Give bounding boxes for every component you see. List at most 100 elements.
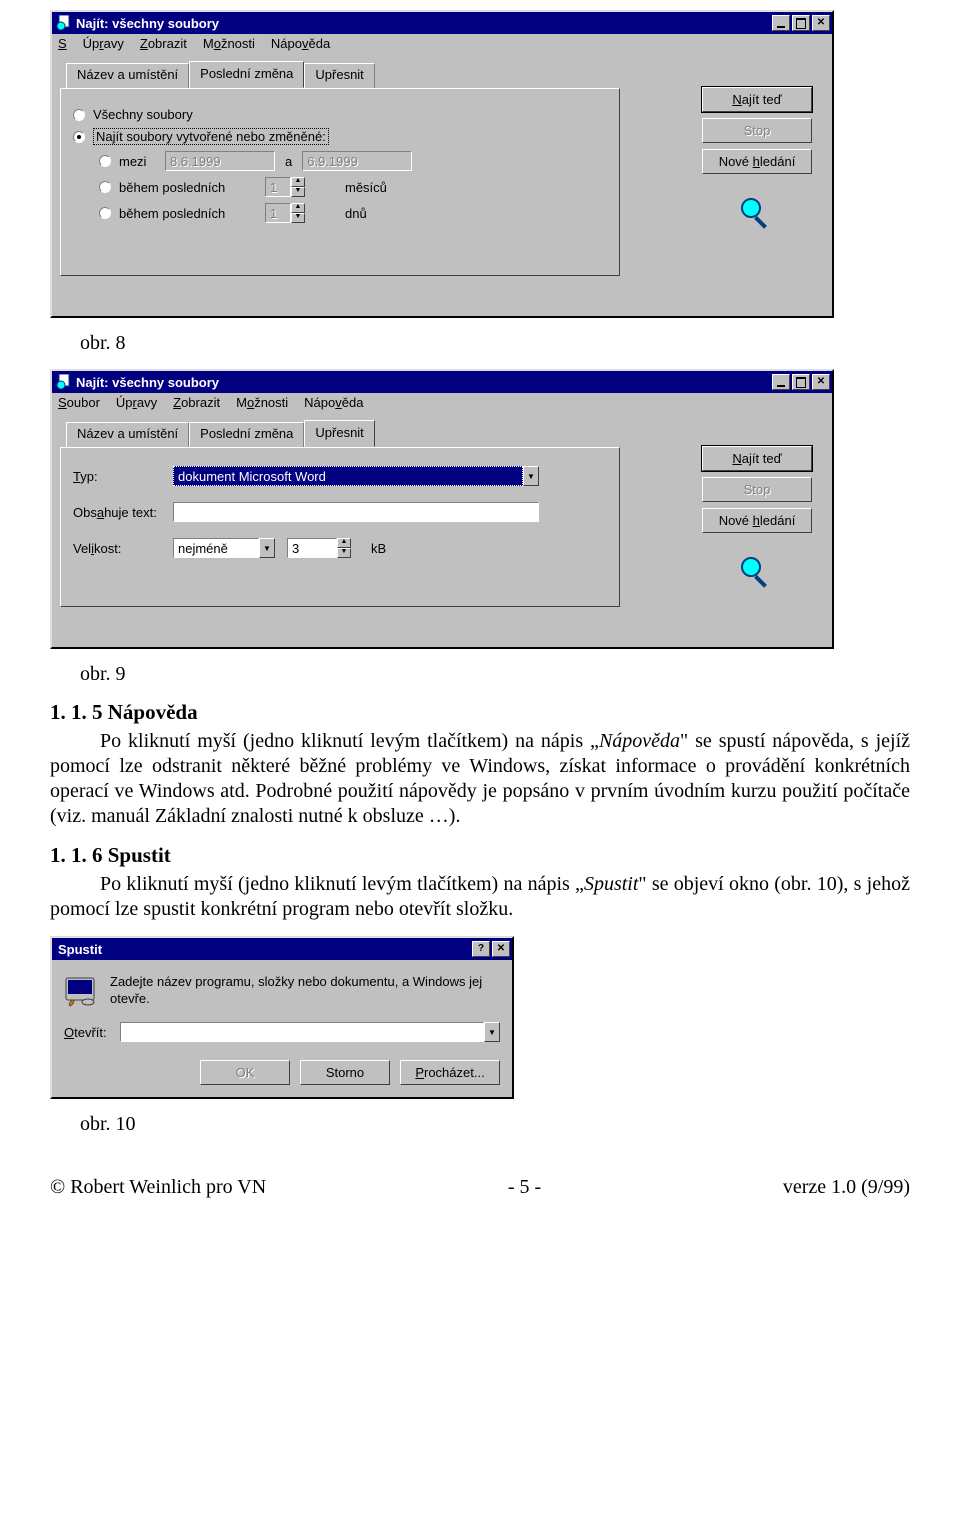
radio-find-created-changed-label: Najít soubory vytvořené nebo změněné: <box>93 128 329 145</box>
menu-file[interactable]: S <box>58 36 67 51</box>
section-1-1-6-heading: 1. 1. 6 Spustit <box>50 843 910 868</box>
menu-options[interactable]: Možnosti <box>203 36 255 51</box>
tab-name-location[interactable]: Název a umístění <box>66 63 189 88</box>
menu-help[interactable]: Nápověda <box>271 36 330 51</box>
spin-down-icon[interactable]: ▼ <box>337 548 351 558</box>
radio-between[interactable] <box>99 155 111 167</box>
find-now-button[interactable]: Najít teď <box>702 446 812 471</box>
footer-right: verze 1.0 (9/99) <box>783 1176 910 1199</box>
open-label: Otevřít: <box>64 1025 120 1040</box>
radio-between-label: mezi <box>119 154 165 169</box>
stop-button: Stop <box>702 118 812 143</box>
magnifier-icon <box>740 553 774 593</box>
spin-down-icon[interactable]: ▼ <box>291 187 305 197</box>
find-window-last-change: Najít: všechny soubory S Úpravy Zobrazit… <box>50 10 834 318</box>
window-title: Najít: všechny soubory <box>76 16 770 31</box>
menu-edit[interactable]: Úpravy <box>116 395 157 410</box>
months-spinner[interactable]: ▲ ▼ <box>291 177 305 197</box>
footer-left: © Robert Weinlich pro VN <box>50 1176 266 1199</box>
close-button[interactable] <box>812 374 830 390</box>
run-dialog-icon <box>64 974 98 1008</box>
spin-down-icon[interactable]: ▼ <box>291 213 305 223</box>
radio-all-files-label: Všechny soubory <box>93 107 193 122</box>
radio-find-created-changed[interactable] <box>73 131 85 143</box>
radio-last-months-label: během posledních <box>119 180 265 195</box>
menubar: Soubor Úpravy Zobrazit Možnosti Nápověda <box>52 393 832 412</box>
size-mode-value: nejméně <box>173 538 259 558</box>
section-1-1-5-heading: 1. 1. 5 Nápověda <box>50 700 910 725</box>
stop-button: Stop <box>702 477 812 502</box>
titlebar[interactable]: Najít: všechny soubory <box>52 371 832 393</box>
tabstrip: Název a umístění Poslední změna Upřesnit <box>66 63 620 88</box>
ok-button: OK <box>200 1060 290 1085</box>
spin-up-icon[interactable]: ▲ <box>291 177 305 187</box>
between-connector: a <box>285 154 292 169</box>
maximize-button[interactable] <box>792 374 810 390</box>
titlebar[interactable]: Najít: všechny soubory <box>52 12 832 34</box>
section-1-1-5-body: Po kliknutí myší (jedno kliknutí levým t… <box>50 729 910 829</box>
page-footer: © Robert Weinlich pro VN - 5 - verze 1.0… <box>50 1176 910 1199</box>
open-input[interactable] <box>120 1022 484 1042</box>
minimize-button[interactable] <box>772 15 790 31</box>
size-mode-combo[interactable]: nejméně ▼ <box>173 538 275 558</box>
new-search-button[interactable]: Nové hledání <box>702 149 812 174</box>
new-search-button[interactable]: Nové hledání <box>702 508 812 533</box>
dropdown-arrow-icon[interactable]: ▼ <box>523 466 539 486</box>
window-title: Najít: všechny soubory <box>76 375 770 390</box>
maximize-button[interactable] <box>792 15 810 31</box>
tab-panel: Všechny soubory Najít soubory vytvořené … <box>60 88 620 276</box>
right-button-column: Najít teď Stop Nové hledání <box>702 446 812 593</box>
tab-last-change[interactable]: Poslední změna <box>189 422 304 447</box>
open-combo[interactable]: ▼ <box>120 1022 500 1042</box>
close-button[interactable] <box>812 15 830 31</box>
spin-up-icon[interactable]: ▲ <box>337 538 351 548</box>
cancel-button[interactable]: Storno <box>300 1060 390 1085</box>
tab-advanced[interactable]: Upřesnit <box>304 420 374 447</box>
menu-view[interactable]: Zobrazit <box>140 36 187 51</box>
find-app-icon <box>56 15 72 31</box>
date-to-input[interactable]: 6.9.1999 <box>302 151 412 171</box>
tab-advanced[interactable]: Upřesnit <box>304 63 374 88</box>
type-combo[interactable]: dokument Microsoft Word ▼ <box>173 466 539 486</box>
magnifier-icon <box>740 194 774 234</box>
radio-all-files[interactable] <box>73 109 85 121</box>
find-window-advanced: Najít: všechny soubory Soubor Úpravy Zob… <box>50 369 834 649</box>
browse-button[interactable]: Procházet... <box>400 1060 500 1085</box>
size-unit-label: kB <box>371 541 386 556</box>
run-dialog: Spustit Zadejte název programu, složky n… <box>50 936 514 1099</box>
radio-last-days[interactable] <box>99 207 111 219</box>
minimize-button[interactable] <box>772 374 790 390</box>
tab-panel: Typ: dokument Microsoft Word ▼ Obsahuje … <box>60 447 620 607</box>
size-spinner[interactable]: ▲ ▼ <box>337 538 351 558</box>
tab-name-location[interactable]: Název a umístění <box>66 422 189 447</box>
radio-last-months[interactable] <box>99 181 111 193</box>
menu-help[interactable]: Nápověda <box>304 395 363 410</box>
tab-last-change[interactable]: Poslední změna <box>189 61 304 88</box>
radio-last-days-label: během posledních <box>119 206 265 221</box>
footer-center: - 5 - <box>508 1176 541 1199</box>
titlebar[interactable]: Spustit <box>52 938 512 960</box>
menu-edit[interactable]: Úpravy <box>83 36 124 51</box>
dropdown-arrow-icon[interactable]: ▼ <box>484 1022 500 1042</box>
find-now-button[interactable]: Najít teď <box>702 87 812 112</box>
date-from-input[interactable]: 8.6.1999 <box>165 151 275 171</box>
months-input[interactable]: 1 <box>265 177 291 197</box>
contains-label: Obsahuje text: <box>73 505 173 520</box>
days-input[interactable]: 1 <box>265 203 291 223</box>
help-button[interactable] <box>472 941 490 957</box>
contains-input[interactable] <box>173 502 539 522</box>
figure-caption-8: obr. 8 <box>80 332 910 355</box>
close-button[interactable] <box>492 941 510 957</box>
menu-view[interactable]: Zobrazit <box>173 395 220 410</box>
dropdown-arrow-icon[interactable]: ▼ <box>259 538 275 558</box>
days-spinner[interactable]: ▲ ▼ <box>291 203 305 223</box>
menu-file[interactable]: Soubor <box>58 395 100 410</box>
size-value-input[interactable]: 3 <box>287 538 337 558</box>
menu-options[interactable]: Možnosti <box>236 395 288 410</box>
months-unit-label: měsíců <box>345 180 387 195</box>
figure-caption-10: obr. 10 <box>80 1113 910 1136</box>
spin-up-icon[interactable]: ▲ <box>291 203 305 213</box>
type-value: dokument Microsoft Word <box>173 466 523 486</box>
right-button-column: Najít teď Stop Nové hledání <box>702 87 812 234</box>
section-1-1-6-body: Po kliknutí myší (jedno kliknutí levým t… <box>50 872 910 922</box>
